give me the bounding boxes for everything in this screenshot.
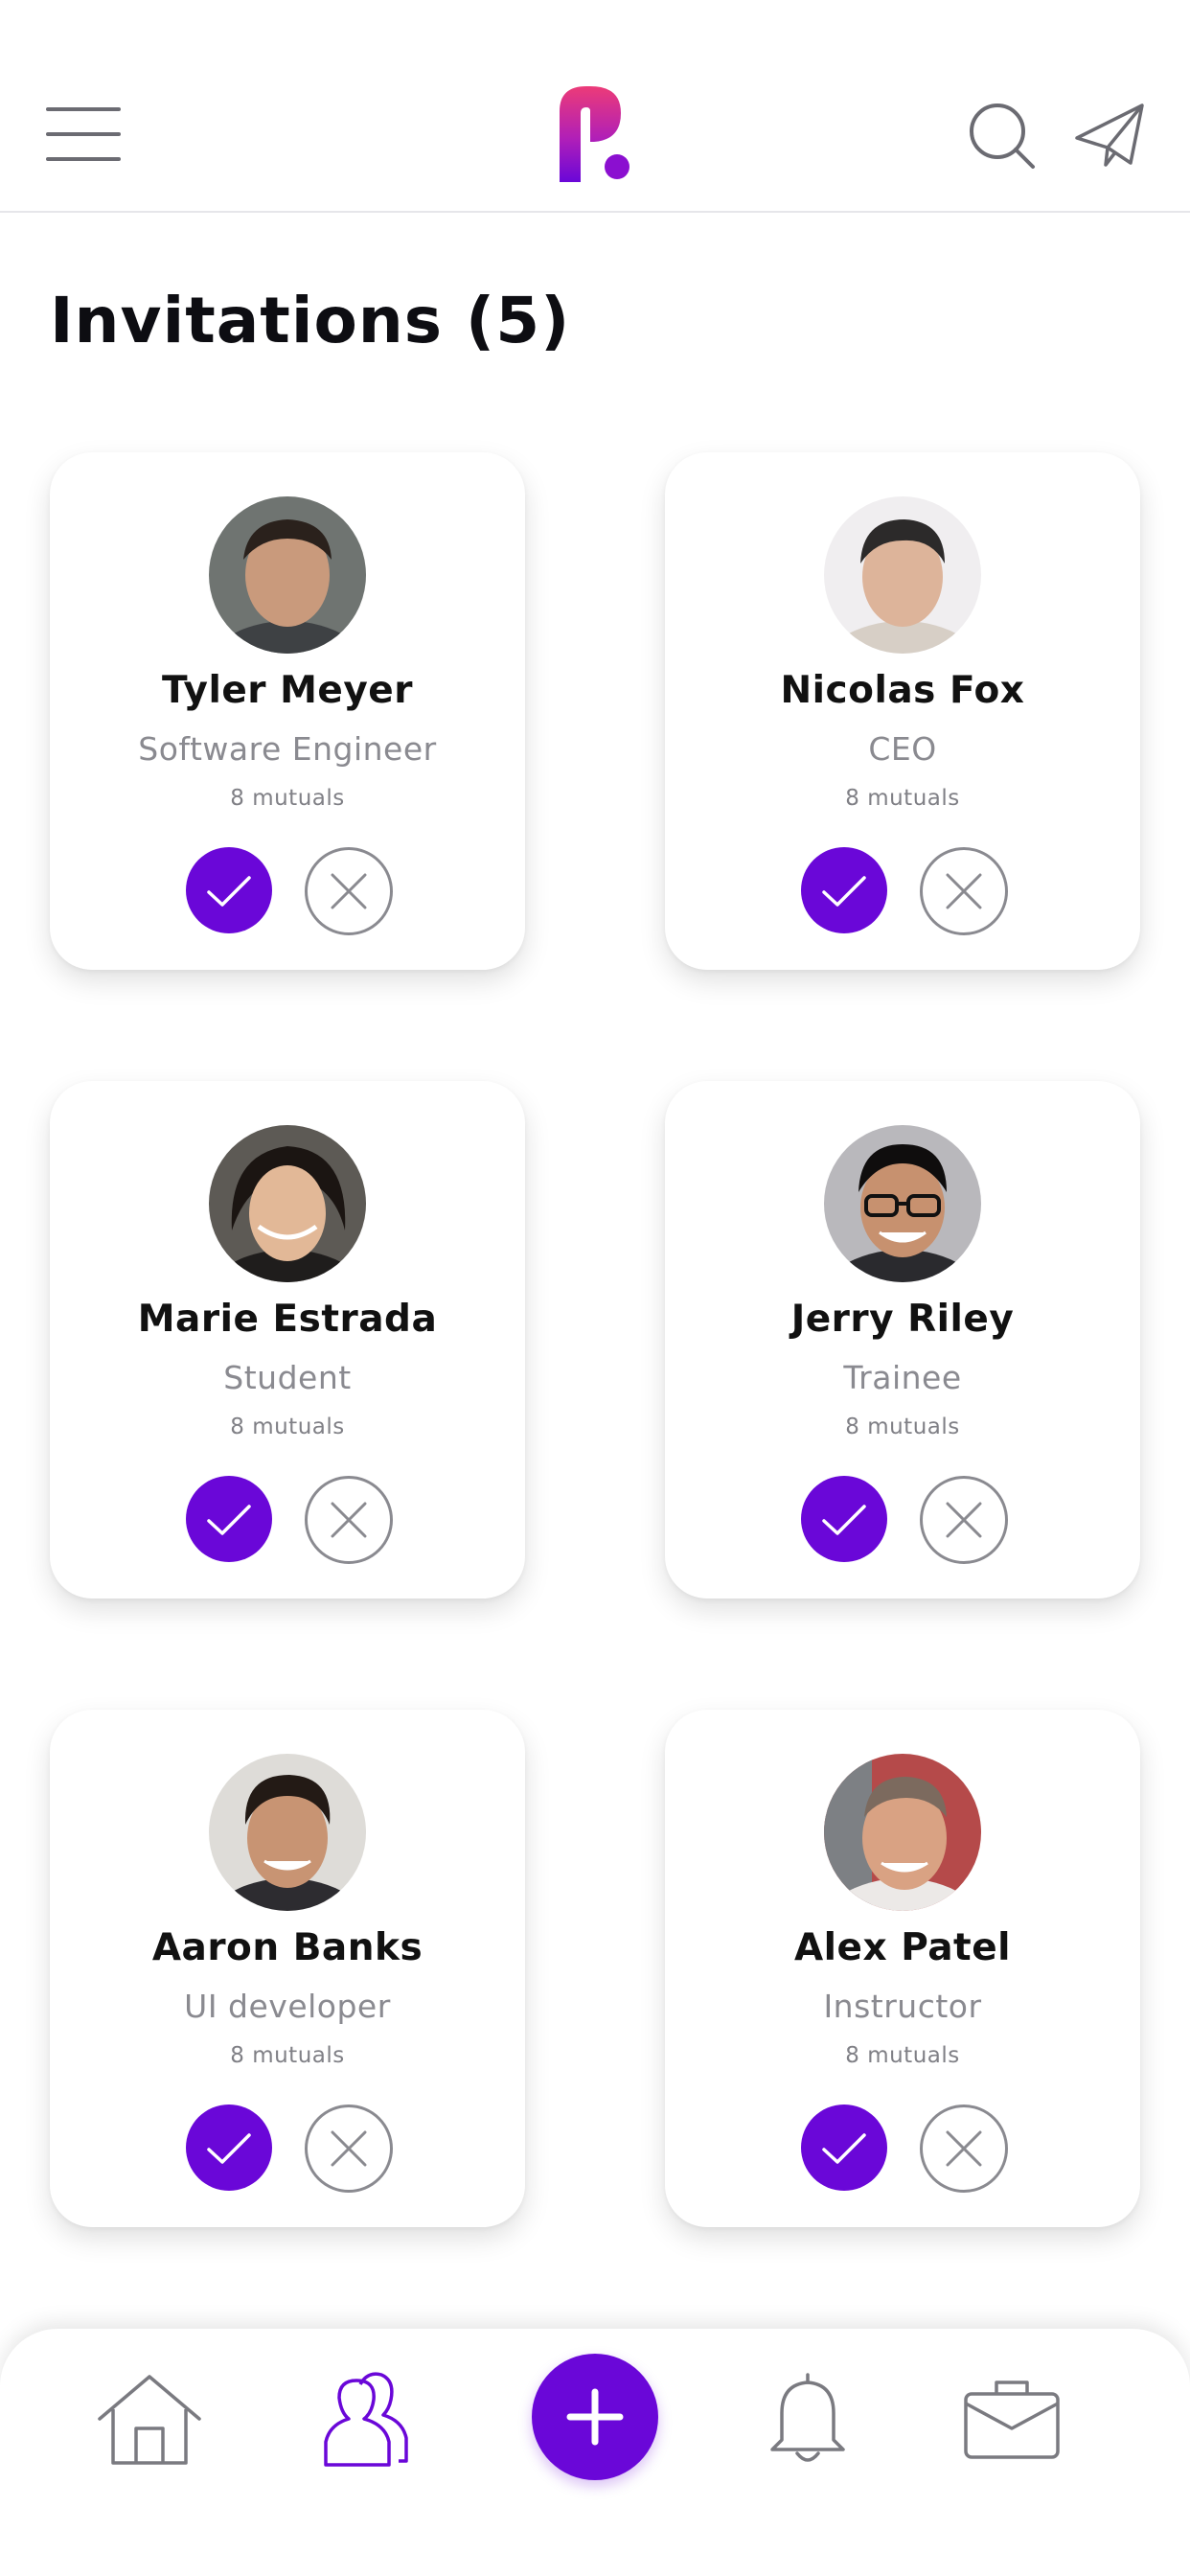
home-icon[interactable]	[94, 2373, 205, 2469]
decline-button[interactable]	[305, 847, 393, 935]
check-icon	[822, 876, 866, 907]
close-icon	[946, 873, 982, 909]
decline-button[interactable]	[920, 1476, 1008, 1564]
close-icon	[946, 1502, 982, 1538]
accept-button[interactable]	[801, 1476, 887, 1562]
mutuals-count: 8 mutuals	[230, 2043, 345, 2068]
bell-icon[interactable]	[768, 2371, 847, 2467]
accept-button[interactable]	[801, 847, 887, 933]
decline-button[interactable]	[920, 847, 1008, 935]
accept-button[interactable]	[801, 2104, 887, 2191]
avatar[interactable]	[209, 1754, 366, 1911]
avatar[interactable]	[209, 1125, 366, 1282]
decline-button[interactable]	[305, 2104, 393, 2193]
invitee-name: Jerry Riley	[790, 1298, 1015, 1341]
invitee-role: CEO	[868, 730, 937, 768]
invitee-name: Nicolas Fox	[780, 669, 1025, 712]
bottom-navigation-bar	[0, 2329, 1190, 2576]
decline-button[interactable]	[305, 1476, 393, 1564]
close-icon	[331, 873, 367, 909]
invitee-name: Aaron Banks	[151, 1926, 423, 1969]
invitation-card: Aaron Banks UI developer 8 mutuals	[50, 1710, 525, 2227]
mutuals-count: 8 mutuals	[845, 786, 960, 811]
invitation-card: Tyler Meyer Software Engineer 8 mutuals	[50, 452, 525, 970]
invitee-name: Alex Patel	[793, 1926, 1012, 1969]
invitee-role: Instructor	[823, 1988, 982, 2025]
app-logo[interactable]	[552, 82, 638, 188]
avatar[interactable]	[209, 496, 366, 654]
decline-button[interactable]	[920, 2104, 1008, 2193]
paper-plane-icon[interactable]	[1073, 100, 1146, 172]
app-header	[0, 0, 1190, 213]
check-icon	[207, 1505, 251, 1535]
close-icon	[946, 2130, 982, 2167]
search-icon[interactable]	[966, 100, 1039, 172]
avatar[interactable]	[824, 1125, 981, 1282]
invitation-card: Marie Estrada Student 8 mutuals	[50, 1081, 525, 1598]
invitee-name: Marie Estrada	[137, 1298, 438, 1341]
accept-button[interactable]	[186, 847, 272, 933]
people-icon[interactable]	[322, 2369, 410, 2469]
check-icon	[822, 1505, 866, 1535]
mutuals-count: 8 mutuals	[230, 1414, 345, 1439]
invitee-role: UI developer	[184, 1988, 391, 2025]
close-icon	[331, 2130, 367, 2167]
avatar[interactable]	[824, 496, 981, 654]
add-button[interactable]	[532, 2354, 658, 2480]
invitee-role: Student	[223, 1359, 352, 1396]
page-title: Invitations (5)	[50, 284, 571, 357]
invitee-role: Software Engineer	[138, 730, 437, 768]
invitee-name: Tyler Meyer	[162, 669, 413, 712]
invitation-card: Nicolas Fox CEO 8 mutuals	[665, 452, 1140, 970]
check-icon	[207, 2133, 251, 2164]
invitee-role: Trainee	[843, 1359, 962, 1396]
hamburger-menu-icon[interactable]	[46, 104, 121, 165]
invitation-card: Jerry Riley Trainee 8 mutuals	[665, 1081, 1140, 1598]
close-icon	[331, 1502, 367, 1538]
plus-icon	[566, 2388, 624, 2446]
invitation-card: Alex Patel Instructor 8 mutuals	[665, 1710, 1140, 2227]
accept-button[interactable]	[186, 2104, 272, 2191]
accept-button[interactable]	[186, 1476, 272, 1562]
mutuals-count: 8 mutuals	[845, 1414, 960, 1439]
mutuals-count: 8 mutuals	[845, 2043, 960, 2068]
check-icon	[822, 2133, 866, 2164]
check-icon	[207, 876, 251, 907]
avatar[interactable]	[824, 1754, 981, 1911]
mutuals-count: 8 mutuals	[230, 786, 345, 811]
briefcase-icon[interactable]	[962, 2375, 1062, 2463]
